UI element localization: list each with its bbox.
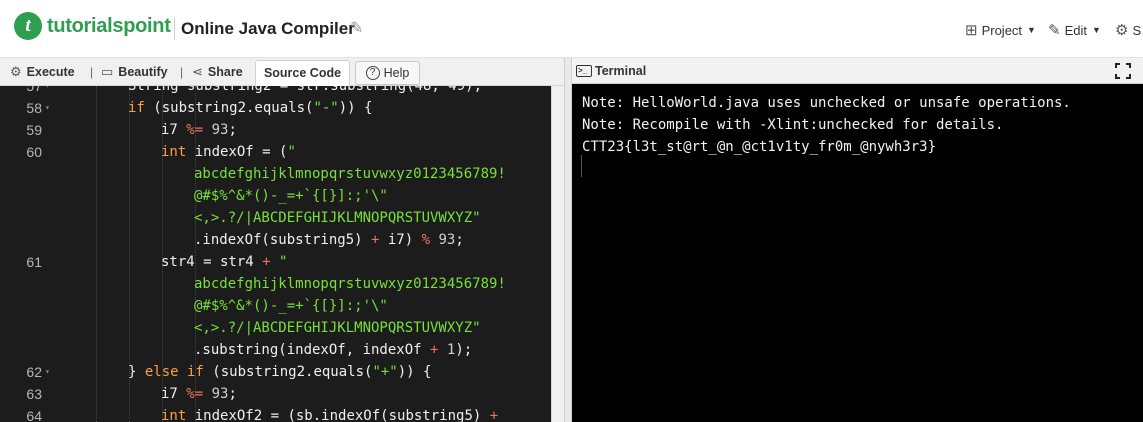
- code-line: 60 int indexOf = (": [0, 141, 551, 163]
- beautify-button[interactable]: ▭ Beautify: [101, 58, 168, 86]
- question-icon: ?: [365, 66, 380, 80]
- code-text: @#$%^&*()-_=+`{[}]:;'\": [194, 188, 388, 204]
- code-text: .indexOf(substring5) + i7) % 93;: [194, 232, 464, 248]
- edit-menu[interactable]: ✎ Edit ▼: [1048, 20, 1101, 40]
- code-line: 62 ▾ } else if (substring2.equals("+")) {: [0, 361, 551, 383]
- code-text: String substring2 = str.substring(48, 49…: [128, 86, 483, 94]
- editor-toolbar: ⚙ Execute | ▭ Beautify | ⋖ Share Source …: [0, 58, 564, 87]
- line-number: 63: [26, 386, 42, 402]
- fold-icon[interactable]: ▾: [45, 97, 50, 119]
- code-line: 61 str4 = str4 + ": [0, 251, 551, 273]
- chevron-down-icon: ▼: [1027, 25, 1036, 35]
- code-text: if (substring2.equals("-")) {: [128, 100, 373, 116]
- line-number: 60: [26, 144, 42, 160]
- terminal-header: >_ Terminal: [572, 58, 1143, 84]
- beautify-label: Beautify: [118, 65, 168, 79]
- gear-icon: ⚙: [1115, 22, 1129, 39]
- code-text: <,>.?/|ABCDEFGHIJKLMNOPQRSTUVWXYZ": [194, 210, 481, 226]
- tutorialspoint-logo[interactable]: t tutorialspoint: [14, 10, 171, 42]
- code-text: int indexOf = (": [161, 144, 296, 160]
- terminal-line: Note: Recompile with -Xlint:unchecked fo…: [582, 117, 1004, 133]
- code-line: 59 i7 %= 93;: [0, 119, 551, 141]
- page-title: Online Java Compiler: [181, 19, 355, 38]
- toolbar-divider: |: [90, 65, 94, 79]
- code-line: abcdefghijklmnopqrstuvwxyz0123456789!: [0, 163, 551, 185]
- toolbar-divider: |: [180, 65, 184, 79]
- pane-splitter[interactable]: [564, 58, 572, 422]
- editor-scrollbar[interactable]: [551, 86, 564, 422]
- terminal-title: >_ Terminal: [576, 58, 646, 84]
- code-line: <,>.?/|ABCDEFGHIJKLMNOPQRSTUVWXYZ": [0, 317, 551, 339]
- project-menu-label: Project: [981, 22, 1023, 38]
- code-line: 63 i7 %= 93;: [0, 383, 551, 405]
- fold-icon[interactable]: ▾: [45, 86, 50, 97]
- chevron-down-icon: ▼: [1091, 25, 1101, 35]
- fold-icon[interactable]: ▾: [45, 361, 50, 383]
- terminal-line: CTT23{l3t_st@rt_@n_@ct1v1ty_fr0m_@nywh3r…: [582, 139, 937, 155]
- edit-menu-label: Edit: [1064, 22, 1087, 38]
- code-text: <,>.?/|ABCDEFGHIJKLMNOPQRSTUVWXYZ": [194, 320, 481, 336]
- line-number: 64: [26, 408, 42, 422]
- gears-icon: ⚙: [10, 64, 22, 79]
- share-label: Share: [207, 65, 243, 79]
- code-line: @#$%^&*()-_=+`{[}]:;'\": [0, 185, 551, 207]
- expand-icon[interactable]: [1115, 63, 1131, 79]
- code-text: abcdefghijklmnopqrstuvwxyz0123456789!: [194, 276, 506, 292]
- code-text: int indexOf2 = (sb.indexOf(substring5) +: [161, 408, 499, 422]
- code-text: i7 %= 93;: [161, 122, 237, 138]
- code-text: } else if (substring2.equals("+")) {: [128, 364, 432, 380]
- terminal-line: Note: HelloWorld.java uses unchecked or …: [582, 95, 1071, 111]
- terminal-icon: >_: [576, 65, 592, 77]
- help-button[interactable]: ? Help: [355, 61, 420, 85]
- code-text: @#$%^&*()-_=+`{[}]:;'\": [194, 298, 388, 314]
- code-line: abcdefghijklmnopqrstuvwxyz0123456789!: [0, 273, 551, 295]
- line-number: 62: [26, 364, 42, 380]
- code-line: 58 ▾ if (substring2.equals("-")) {: [0, 97, 551, 119]
- settings-menu-label: S: [1132, 22, 1142, 38]
- code-line: 64 int indexOf2 = (sb.indexOf(substring5)…: [0, 405, 551, 422]
- grid-icon: ⊞: [965, 22, 978, 39]
- code-line: @#$%^&*()-_=+`{[}]:;'\": [0, 295, 551, 317]
- code-text: abcdefghijklmnopqrstuvwxyz0123456789!: [194, 166, 506, 182]
- edit-icon: ✎: [1048, 22, 1061, 39]
- code-editor[interactable]: 57▾String substring2 = str.substring(48,…: [0, 86, 551, 422]
- code-line: <,>.?/|ABCDEFGHIJKLMNOPQRSTUVWXYZ": [0, 207, 551, 229]
- code-line: 57▾ String substring2 = str.substring(48,…: [0, 86, 551, 97]
- execute-label: Execute: [26, 65, 75, 79]
- header-bar: t tutorialspoint Online Java Compiler ✎ …: [0, 0, 1143, 58]
- line-number: 61: [26, 254, 42, 270]
- code-text: str4 = str4 + ": [161, 254, 288, 270]
- line-number: 59: [26, 122, 42, 138]
- terminal-cursor: [581, 155, 582, 177]
- line-number: 57: [26, 86, 42, 94]
- code-line: .indexOf(substring5) + i7) % 93;: [0, 229, 551, 251]
- tab-source-code[interactable]: Source Code: [255, 60, 350, 87]
- logo-text: tutorialspoint: [47, 14, 171, 37]
- share-icon: ⋖: [192, 64, 203, 79]
- code-text: .substring(indexOf, indexOf + 1);: [194, 342, 473, 358]
- settings-menu[interactable]: ⚙ S: [1115, 20, 1141, 40]
- line-number: 58: [26, 100, 42, 116]
- edit-title-icon[interactable]: ✎: [350, 20, 368, 38]
- share-button[interactable]: ⋖ Share: [192, 58, 243, 86]
- monitor-icon: ▭: [101, 64, 114, 79]
- terminal-title-label: Terminal: [595, 64, 647, 78]
- help-label: Help: [383, 66, 410, 80]
- header-divider: [174, 18, 175, 40]
- terminal-output[interactable]: Note: HelloWorld.java uses unchecked or …: [572, 84, 1143, 422]
- logo-icon: t: [14, 12, 42, 40]
- execute-button[interactable]: ⚙ Execute: [10, 58, 75, 86]
- project-menu[interactable]: ⊞ Project ▼: [965, 20, 1036, 40]
- code-line: .substring(indexOf, indexOf + 1);: [0, 339, 551, 361]
- code-text: i7 %= 93;: [161, 386, 237, 402]
